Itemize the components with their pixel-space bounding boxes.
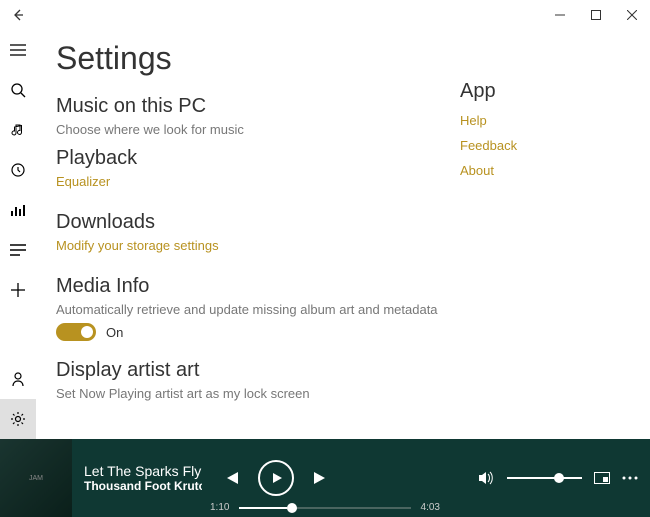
total-time: 4:03 [421,502,440,513]
close-button[interactable] [614,0,650,30]
section-playback-title: Playback [56,147,460,170]
about-link[interactable]: About [460,163,630,178]
section-music-desc: Choose where we look for music [56,122,460,137]
storage-link[interactable]: Modify your storage settings [56,238,460,253]
elapsed-time: 1:10 [210,502,229,513]
maximize-button[interactable] [578,0,614,30]
more-icon[interactable] [622,476,638,480]
section-media-desc: Automatically retrieve and update missin… [56,302,460,317]
playlist-icon[interactable] [0,230,36,270]
help-link[interactable]: Help [460,113,630,128]
settings-icon[interactable] [0,399,36,439]
section-downloads-title: Downloads [56,211,460,234]
add-icon[interactable] [0,270,36,310]
player-bar: JAM Let The Sparks Fly Thousand Foot Kru… [0,439,650,517]
progress-slider[interactable] [239,507,410,509]
section-display-desc: Set Now Playing artist art as my lock sc… [56,386,460,401]
page-title: Settings [56,40,460,77]
section-display-title: Display artist art [56,359,460,382]
media-info-toggle[interactable] [56,323,96,341]
volume-icon[interactable] [477,470,495,486]
next-button[interactable] [312,470,330,486]
play-button[interactable] [258,460,294,496]
account-icon[interactable] [0,359,36,399]
fullscreen-icon[interactable] [594,472,610,484]
album-art[interactable]: JAM [0,439,72,517]
back-button[interactable] [0,0,36,30]
volume-slider[interactable] [507,477,582,479]
previous-button[interactable] [222,470,240,486]
search-icon[interactable] [0,70,36,110]
sidebar [0,30,36,439]
section-music-title: Music on this PC [56,95,460,118]
history-icon[interactable] [0,150,36,190]
feedback-link[interactable]: Feedback [460,138,630,153]
minimize-button[interactable] [542,0,578,30]
now-playing-icon[interactable] [0,190,36,230]
track-artist: Thousand Foot Krutch [84,479,202,493]
track-title: Let The Sparks Fly [84,463,202,479]
hamburger-icon[interactable] [0,30,36,70]
section-media-title: Media Info [56,275,460,298]
media-info-toggle-label: On [106,325,123,340]
equalizer-link[interactable]: Equalizer [56,174,460,189]
music-icon[interactable] [0,110,36,150]
app-section-title: App [460,80,630,103]
